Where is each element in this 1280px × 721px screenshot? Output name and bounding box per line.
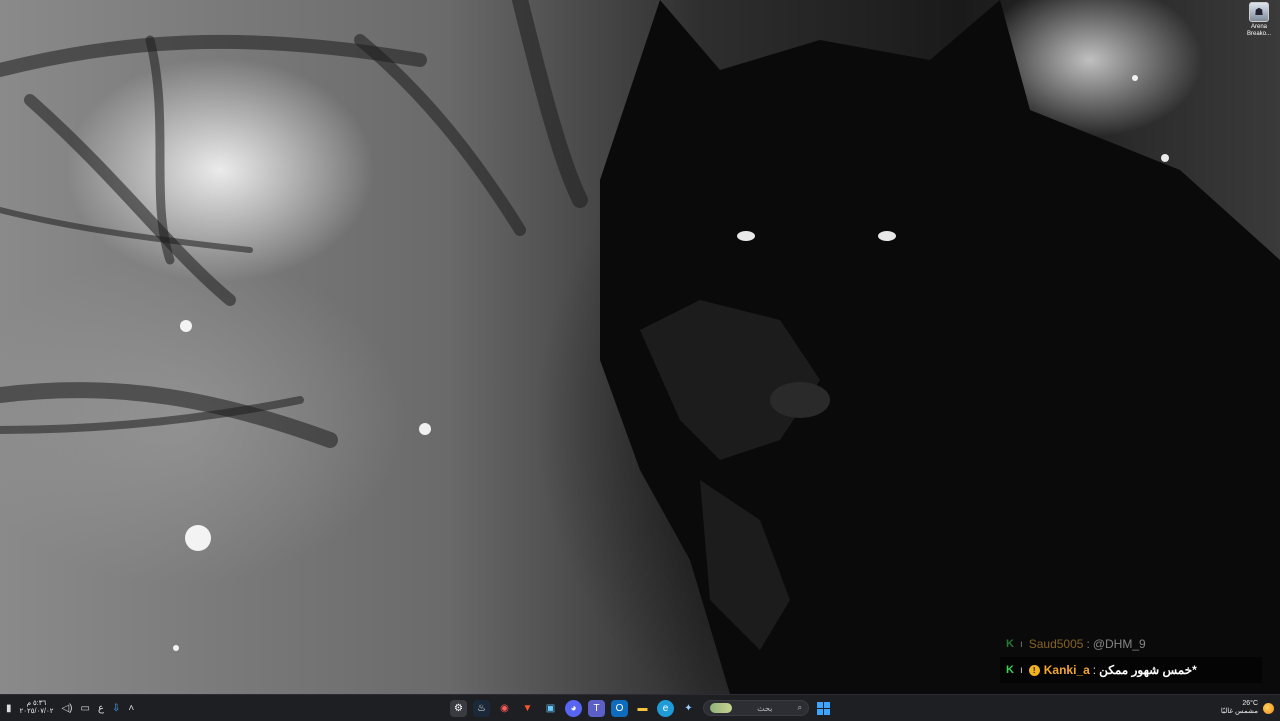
moderator-badge-icon: ı [1019,638,1023,650]
subscriber-badge-icon: ! [1028,664,1040,676]
kick-badge-icon: K [1006,664,1014,676]
edge-icon[interactable]: e [657,699,674,717]
chat-overlay: K ı Saud5005 : @DHM_9 K ı ! Kanki_a : خم… [1000,633,1262,683]
clock-time: ٥:٣٦ م [26,700,47,707]
moderator-badge-icon: ı [1019,664,1023,676]
system-tray: ▮ ٥:٣٦ م ٢٠٢٥/٠٧/٠٢ ◁) ▭ ع ⇩ ˄ [6,695,134,721]
chat-text: @DHM_9 [1092,637,1146,651]
desktop-shortcut[interactable]: ☗ Arena Breako... [1242,2,1276,38]
file-explorer-icon[interactable]: ▬ [634,700,651,717]
clock-date: ٢٠٢٥/٠٧/٠٢ [19,708,54,715]
language-indicator[interactable]: ع [98,703,104,714]
settings-icon[interactable]: ⚙ [450,699,467,717]
obs-icon[interactable]: ◉ [496,700,513,717]
weather-widget[interactable]: 26°C مشمس غالبًا [1221,695,1274,721]
chat-username: Saud5005 [1028,637,1084,651]
kick-badge-icon: K [1006,638,1014,650]
desktop-wallpaper [0,0,1280,694]
weather-condition: مشمس غالبًا [1220,708,1258,715]
chat-message: K ı ! Kanki_a : خمس شهور ممكن* [1000,657,1262,683]
chat-separator: : [1086,637,1090,651]
chat-username: Kanki_a [1043,663,1090,677]
chat-text: خمس شهور ممكن* [1099,663,1197,677]
taskbar: ▮ ٥:٣٦ م ٢٠٢٥/٠٧/٠٢ ◁) ▭ ع ⇩ ˄ ⚙ ♨ ◉ ▼ ▣… [0,694,1280,721]
start-button[interactable] [815,700,832,717]
chat-separator: : [1092,663,1097,677]
taskbar-apps: ⚙ ♨ ◉ ▼ ▣ ◕ T O ▬ e ✦ بحث ⌕ [450,695,832,721]
notification-icon[interactable]: ▮ [6,703,12,714]
network-icon[interactable]: ▭ [81,703,90,714]
chat-message: K ı Saud5005 : @DHM_9 [1000,633,1262,655]
search-box[interactable]: بحث ⌕ [703,700,809,716]
copilot-icon[interactable]: ✦ [680,700,697,717]
weather-temp: 26°C [1242,700,1258,707]
search-highlight-icon [710,703,732,713]
sun-icon [1263,702,1274,714]
download-icon[interactable]: ⇩ [112,703,120,714]
terminal-icon[interactable]: ▣ [542,700,559,717]
teams-icon[interactable]: T [588,699,605,717]
search-placeholder: بحث [757,703,773,713]
wolf-wallpaper-art [0,0,1280,694]
clock[interactable]: ٥:٣٦ م ٢٠٢٥/٠٧/٠٢ [20,700,54,716]
steam-icon[interactable]: ♨ [473,699,490,717]
brave-icon[interactable]: ▼ [519,700,536,717]
discord-icon[interactable]: ◕ [565,699,582,717]
volume-icon[interactable]: ◁) [61,703,72,714]
search-icon: ⌕ [797,703,802,712]
game-shortcut-icon: ☗ [1249,2,1269,22]
chevron-up-icon[interactable]: ˄ [128,703,134,714]
outlook-icon[interactable]: O [611,699,628,717]
desktop-shortcut-label: Arena Breako... [1246,24,1271,37]
